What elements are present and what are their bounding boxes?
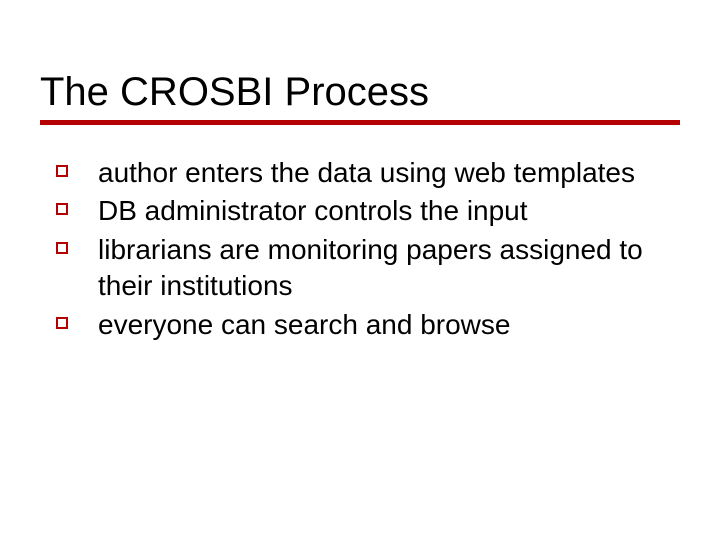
title-rule [40, 120, 680, 125]
list-item-text: everyone can search and browse [98, 309, 510, 340]
square-bullet-icon [56, 242, 68, 254]
list-item-text: author enters the data using web templat… [98, 157, 635, 188]
bullet-list: author enters the data using web templat… [40, 155, 680, 343]
title-block: The CROSBI Process [40, 70, 680, 125]
slide: The CROSBI Process author enters the dat… [0, 0, 720, 540]
list-item-text: DB administrator controls the input [98, 195, 528, 226]
list-item: DB administrator controls the input [50, 193, 670, 229]
slide-title: The CROSBI Process [40, 70, 680, 114]
list-item: everyone can search and browse [50, 307, 670, 343]
list-item: librarians are monitoring papers assigne… [50, 232, 670, 305]
square-bullet-icon [56, 165, 68, 177]
list-item: author enters the data using web templat… [50, 155, 670, 191]
list-item-text: librarians are monitoring papers assigne… [98, 234, 643, 301]
square-bullet-icon [56, 203, 68, 215]
square-bullet-icon [56, 317, 68, 329]
